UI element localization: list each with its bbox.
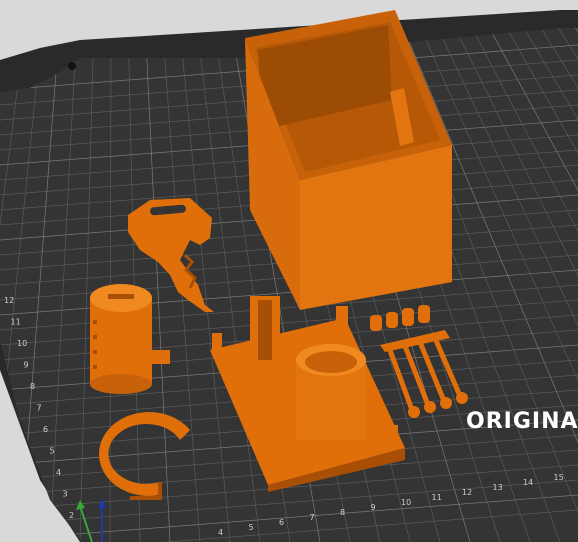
housing-post-1 [212,333,222,355]
bottom-tick-label: 12 [462,488,472,497]
bottom-tick-label: 5 [249,523,254,532]
left-tick-label: 8 [30,382,35,391]
left-tick-label: 10 [17,339,27,348]
left-tick-label: 7 [37,404,42,413]
3d-viewport[interactable]: 12111098765432 45678910111213141516 ORIG… [0,0,578,542]
left-tick-label: 2 [69,511,74,520]
cylinder-slot [108,294,134,299]
bottom-tick-label: 11 [432,493,442,502]
bottom-tick-label: 14 [523,478,533,487]
housing-post-2 [336,306,348,330]
cylinder-tab [150,350,170,364]
housing-cylinder-bore [305,351,357,373]
print-bed-scene[interactable]: 12111098765432 45678910111213141516 ORIG… [0,0,578,542]
left-tick-label: 9 [24,361,29,370]
housing-bracket-slot [258,300,272,360]
left-tick-label: 12 [4,296,14,305]
bed-brand-text: ORIGINAL [466,409,578,434]
bottom-tick-label: 8 [340,508,345,517]
cylinder-bottom [90,374,152,394]
left-tick-label: 6 [43,425,48,434]
bottom-tick-label: 7 [310,513,315,522]
left-tick-label: 11 [11,318,21,327]
left-tick-label: 4 [56,468,61,477]
bottom-tick-label: 4 [218,528,223,537]
bottom-tick-label: 13 [493,483,503,492]
bottom-tick-label: 15 [554,473,564,482]
bed-corner-knob [68,62,76,70]
housing-post-4 [386,425,398,445]
bottom-tick-label: 10 [401,498,411,507]
bottom-tick-label: 6 [279,518,284,527]
bottom-tick-label: 9 [371,503,376,512]
left-tick-label: 5 [50,447,55,456]
left-tick-label: 3 [63,490,68,499]
housing-post-3 [264,455,276,475]
